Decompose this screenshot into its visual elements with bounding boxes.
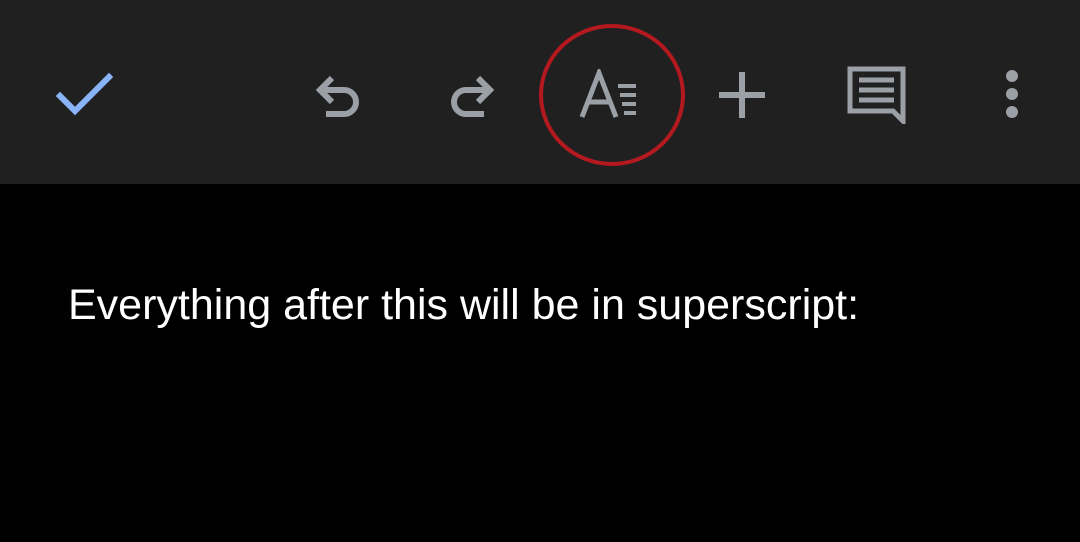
plus-icon bbox=[719, 72, 765, 118]
redo-icon bbox=[451, 75, 495, 117]
document-body[interactable]: Everything after this will be in supersc… bbox=[0, 184, 1080, 542]
text-format-button[interactable] bbox=[562, 47, 658, 143]
redo-button[interactable] bbox=[424, 47, 520, 143]
comment-button[interactable] bbox=[829, 47, 925, 143]
checkmark-icon bbox=[55, 72, 114, 116]
document-paragraph[interactable]: Everything after this will be in supersc… bbox=[68, 280, 859, 330]
undo-button[interactable] bbox=[290, 47, 386, 143]
comment-icon bbox=[847, 66, 906, 124]
done-button[interactable] bbox=[37, 47, 133, 143]
undo-icon bbox=[315, 75, 359, 117]
top-toolbar bbox=[0, 0, 1080, 184]
vertical-dots-icon bbox=[1006, 70, 1018, 118]
more-options-button[interactable] bbox=[964, 47, 1060, 143]
insert-button[interactable] bbox=[694, 47, 790, 143]
text-format-icon bbox=[579, 69, 636, 118]
